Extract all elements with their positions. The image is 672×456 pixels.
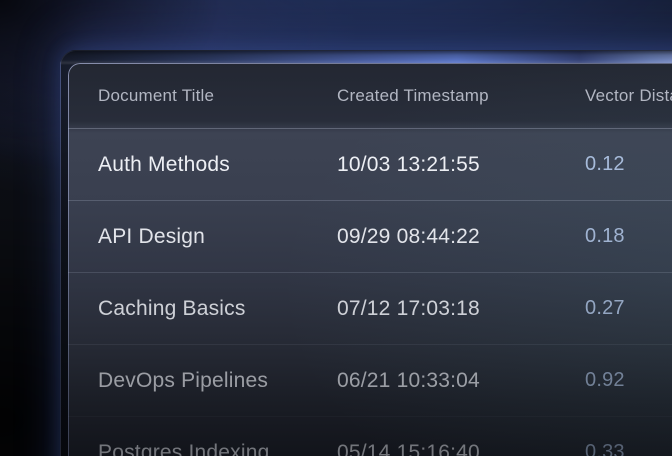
column-header-vector-distance: Vector Distance bbox=[585, 86, 672, 106]
table-row[interactable]: Auth Methods 10/03 13:21:55 0.12 bbox=[68, 129, 672, 200]
documents-table-panel: Document Title Created Timestamp Vector … bbox=[68, 63, 672, 456]
vector-distance-cell: 0.27 bbox=[585, 297, 672, 320]
vector-distance-cell: 0.92 bbox=[585, 369, 672, 392]
created-timestamp-cell: 07/12 17:03:18 bbox=[337, 297, 585, 321]
document-title-cell: Caching Basics bbox=[98, 297, 337, 321]
created-timestamp-cell: 10/03 13:21:55 bbox=[337, 153, 585, 177]
vector-distance-cell: 0.12 bbox=[585, 153, 672, 176]
vector-distance-cell: 0.18 bbox=[585, 225, 672, 248]
table-row[interactable]: DevOps Pipelines 06/21 10:33:04 0.92 bbox=[68, 344, 672, 416]
table-header-row: Document Title Created Timestamp Vector … bbox=[68, 63, 672, 129]
vector-distance-cell: 0.33 bbox=[585, 441, 672, 456]
document-title-cell: Postgres Indexing bbox=[98, 441, 337, 456]
column-header-created-timestamp: Created Timestamp bbox=[337, 86, 585, 106]
table-body: Auth Methods 10/03 13:21:55 0.12 API Des… bbox=[68, 129, 672, 456]
document-title-cell: Auth Methods bbox=[98, 153, 337, 177]
created-timestamp-cell: 06/21 10:33:04 bbox=[337, 369, 585, 393]
table-row[interactable]: Caching Basics 07/12 17:03:18 0.27 bbox=[68, 272, 672, 344]
created-timestamp-cell: 09/29 08:44:22 bbox=[337, 225, 585, 249]
table-row[interactable]: API Design 09/29 08:44:22 0.18 bbox=[68, 200, 672, 272]
table-row[interactable]: Postgres Indexing 05/14 15:16:40 0.33 bbox=[68, 416, 672, 456]
column-header-document-title: Document Title bbox=[98, 86, 337, 106]
document-title-cell: DevOps Pipelines bbox=[98, 369, 337, 393]
document-title-cell: API Design bbox=[98, 225, 337, 249]
page-background: { "table": { "columns": [ { "label": "Do… bbox=[0, 0, 672, 456]
created-timestamp-cell: 05/14 15:16:40 bbox=[337, 441, 585, 456]
